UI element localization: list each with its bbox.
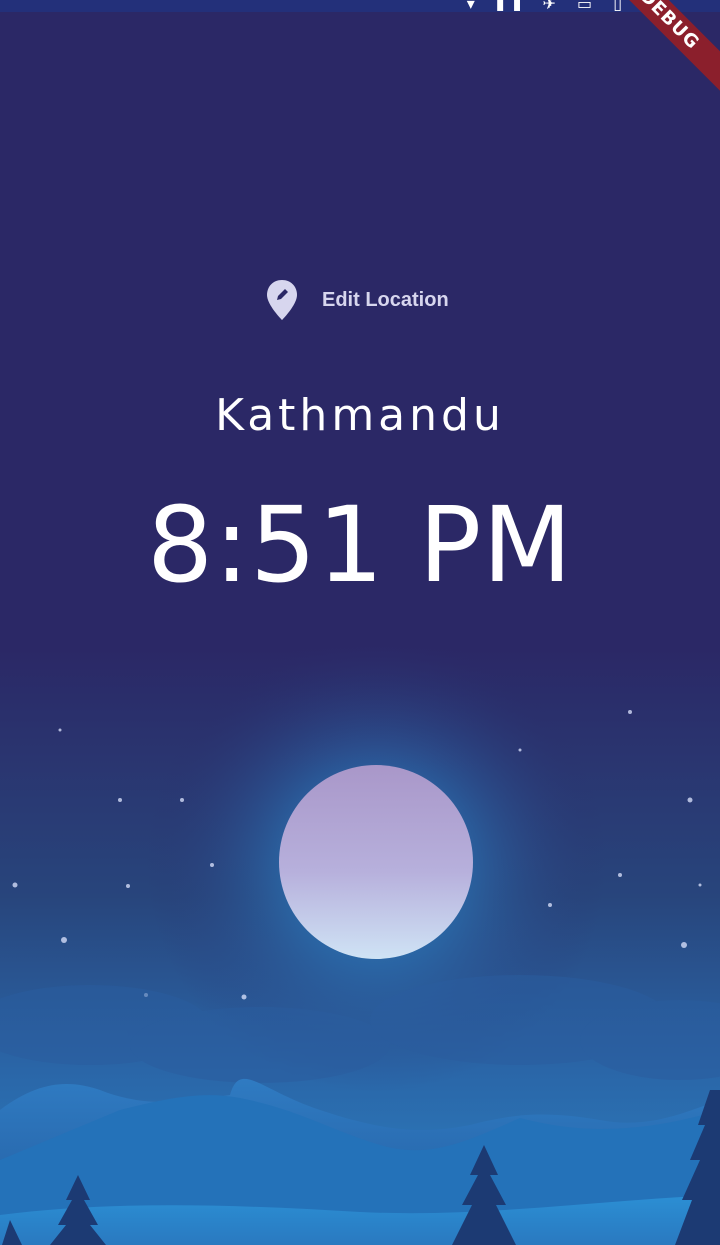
moon [279, 765, 473, 959]
current-time: 8:51 PM [146, 484, 574, 606]
edit-location-button[interactable]: Edit Location [264, 278, 449, 322]
status-icons: ▾ ▮▮ ✈ ▭ ▯ [466, 0, 630, 13]
world-time-screen: ▾ ▮▮ ✈ ▭ ▯ DEBUG Edit Location Kathmandu… [0, 0, 720, 1245]
edit-location-pin-icon [264, 278, 300, 322]
status-bar: ▾ ▮▮ ✈ ▭ ▯ [0, 0, 720, 13]
city-name: Kathmandu [215, 390, 505, 441]
night-scene-illustration [0, 640, 720, 1245]
debug-banner: DEBUG [591, 0, 720, 98]
edit-location-label: Edit Location [322, 288, 449, 311]
